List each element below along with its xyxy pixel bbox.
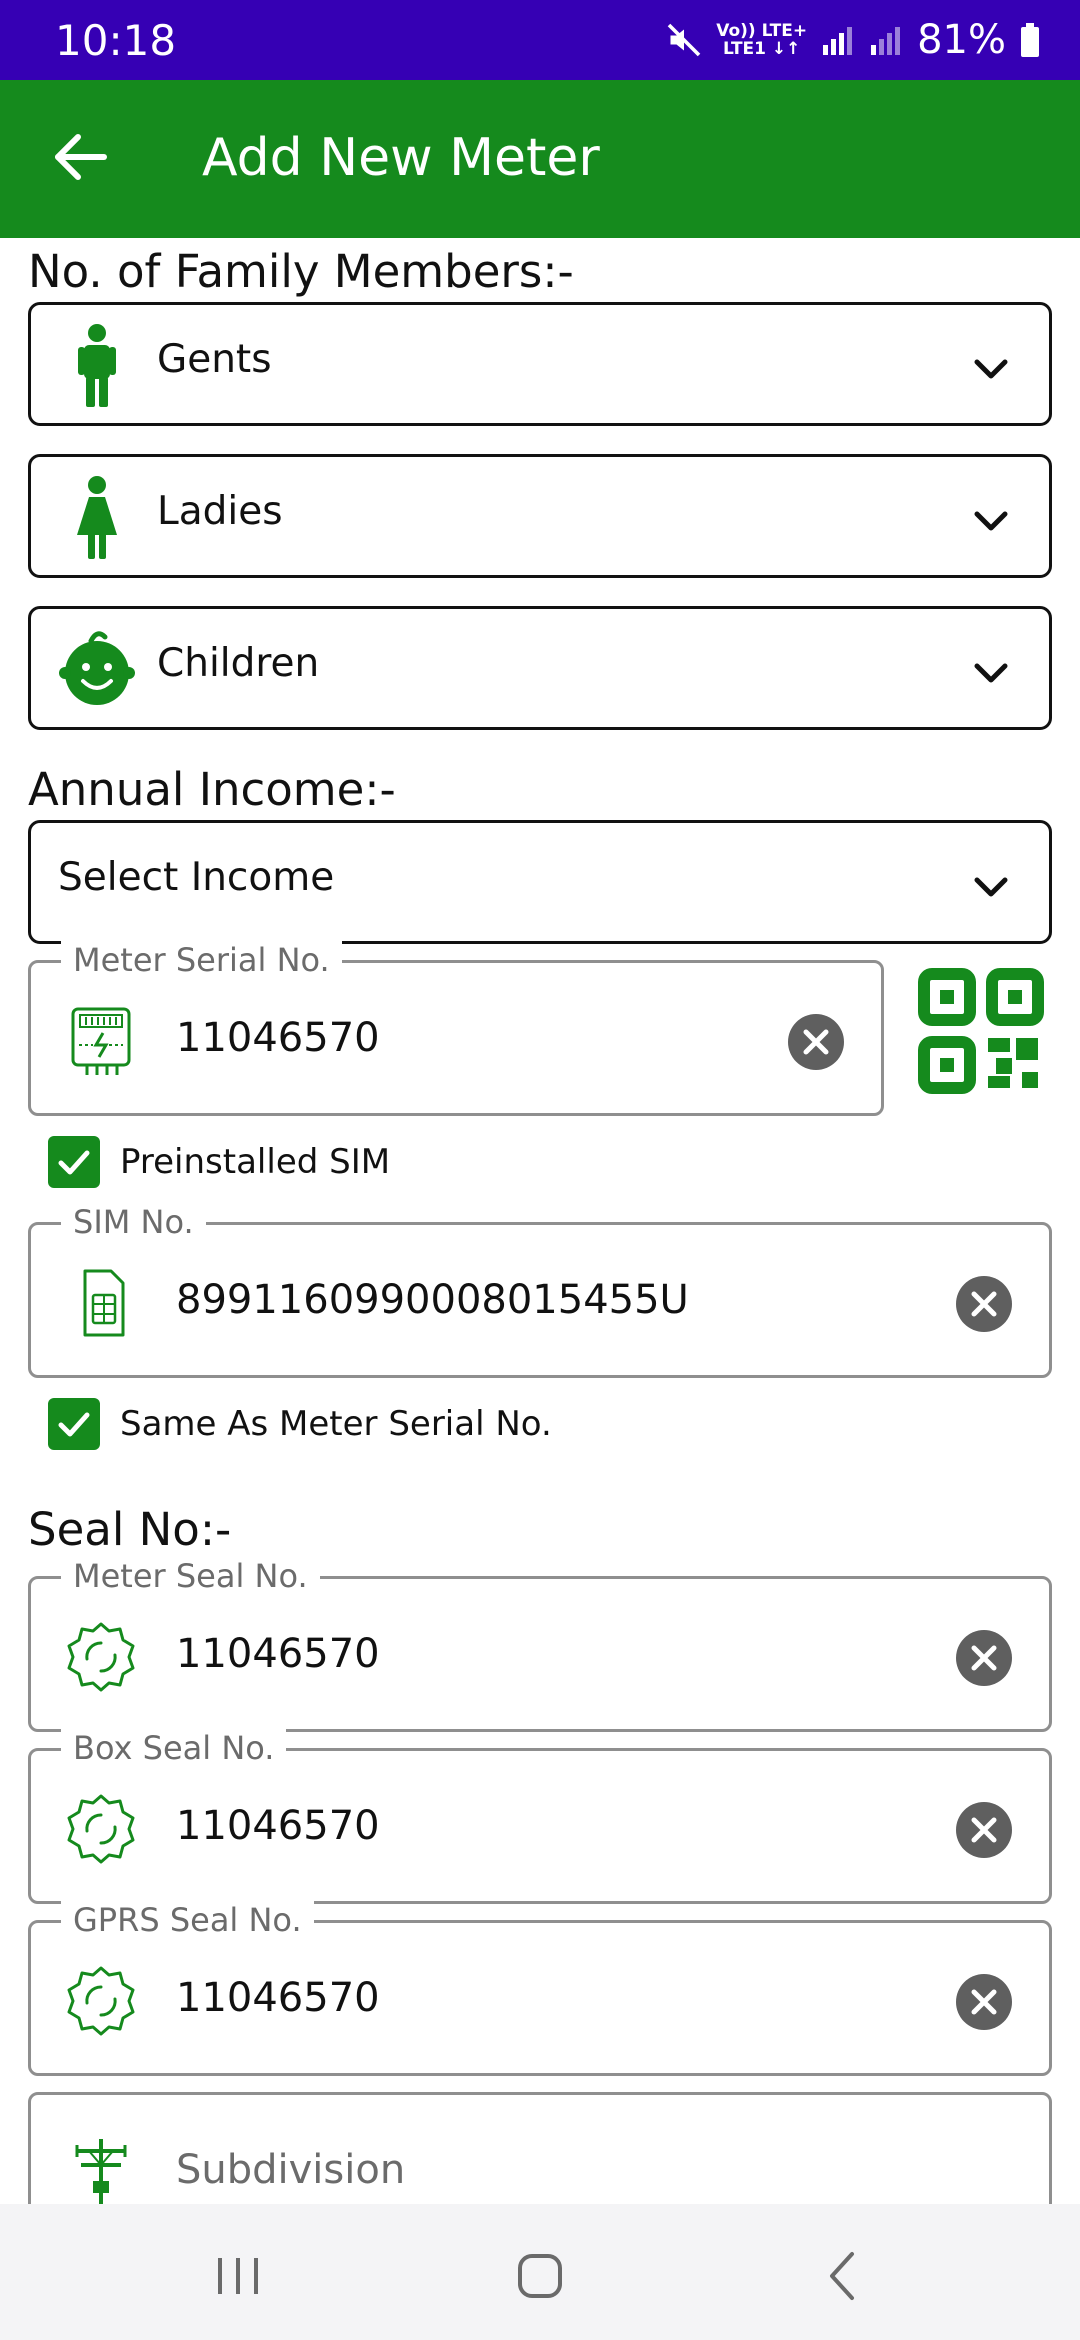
children-label: Children: [157, 641, 320, 686]
qr-scan-icon[interactable]: [918, 968, 1044, 1094]
chevron-down-icon: [974, 359, 1008, 379]
seal-no-label: Seal No:-: [28, 1503, 232, 1556]
battery-icon: [1021, 23, 1039, 57]
clear-icon[interactable]: [787, 1013, 845, 1071]
signal-icon-2: [871, 27, 901, 55]
clear-icon[interactable]: [955, 1275, 1013, 1333]
box-seal-value: 11046570: [176, 1803, 380, 1849]
status-bar: 10:18 Vo)) LTE+ LTE1 ↓↑ 81%: [0, 0, 1080, 80]
gprs-seal-legend: GPRS Seal No.: [61, 1901, 314, 1939]
family-members-label: No. of Family Members:-: [28, 245, 574, 298]
home-icon[interactable]: [510, 2246, 570, 2306]
status-icons: Vo)) LTE+ LTE1 ↓↑ 81%: [666, 14, 1040, 66]
preinstalled-sim-checkbox-row[interactable]: Preinstalled SIM: [48, 1136, 390, 1188]
status-time: 10:18: [55, 16, 177, 65]
meter-seal-legend: Meter Seal No.: [61, 1557, 320, 1595]
seal-icon: [67, 1966, 135, 2036]
check-icon: [58, 1150, 90, 1175]
meter-seal-value: 11046570: [176, 1631, 380, 1677]
subdivision-placeholder: Subdivision: [176, 2147, 406, 2193]
arrow-left-icon[interactable]: [48, 125, 112, 189]
box-seal-legend: Box Seal No.: [61, 1729, 287, 1767]
chevron-down-icon: [974, 877, 1008, 897]
seal-icon: [67, 1794, 135, 1864]
chevron-down-icon: [974, 663, 1008, 683]
clear-icon[interactable]: [955, 1973, 1013, 2031]
sim-number-field[interactable]: SIM No. 8991160990008015455U: [28, 1203, 1052, 1378]
income-dropdown[interactable]: Select Income: [28, 820, 1052, 944]
meter-serial-field[interactable]: Meter Serial No. 11046570: [28, 941, 884, 1116]
meter-seal-field[interactable]: Meter Seal No. 11046570: [28, 1557, 1052, 1732]
meter-serial-legend: Meter Serial No.: [61, 941, 342, 979]
gents-label: Gents: [157, 337, 272, 382]
ladies-dropdown[interactable]: Ladies: [28, 454, 1052, 578]
chevron-down-icon: [974, 511, 1008, 531]
same-as-serial-checkbox-row[interactable]: Same As Meter Serial No.: [48, 1398, 552, 1450]
ladies-label: Ladies: [157, 489, 283, 534]
man-icon: [78, 324, 116, 407]
power-pole-icon: [75, 2139, 127, 2209]
same-as-serial-label: Same As Meter Serial No.: [120, 1404, 552, 1444]
back-nav-icon[interactable]: [812, 2246, 872, 2306]
battery-percent: 81%: [917, 17, 1006, 63]
clear-icon[interactable]: [955, 1629, 1013, 1687]
signal-icon: [823, 27, 853, 55]
sim-number-legend: SIM No.: [61, 1203, 206, 1241]
box-seal-field[interactable]: Box Seal No. 11046570: [28, 1729, 1052, 1904]
annual-income-label: Annual Income:-: [28, 763, 396, 816]
gents-dropdown[interactable]: Gents: [28, 302, 1052, 426]
meter-serial-value: 11046570: [176, 1015, 380, 1061]
electric-meter-icon: [71, 1007, 131, 1075]
app-bar: Add New Meter: [0, 80, 1080, 238]
clear-icon[interactable]: [955, 1801, 1013, 1859]
sim-card-icon: [83, 1269, 125, 1337]
mute-icon: [667, 23, 701, 57]
children-dropdown[interactable]: Children: [28, 606, 1052, 730]
recent-apps-icon[interactable]: [208, 2246, 268, 2306]
gprs-seal-field[interactable]: GPRS Seal No. 11046570: [28, 1901, 1052, 2076]
woman-icon: [77, 476, 117, 559]
system-nav-bar: [0, 2204, 1080, 2340]
sim-number-value: 8991160990008015455U: [176, 1277, 689, 1323]
preinstalled-sim-checkbox[interactable]: [48, 1136, 100, 1188]
check-icon: [58, 1412, 90, 1437]
gprs-seal-value: 11046570: [176, 1975, 380, 2021]
preinstalled-sim-label: Preinstalled SIM: [120, 1142, 391, 1182]
baby-icon: [59, 631, 135, 705]
income-value: Select Income: [58, 855, 335, 900]
same-as-serial-checkbox[interactable]: [48, 1398, 100, 1450]
page-title: Add New Meter: [202, 128, 600, 188]
network-indicator: Vo)) LTE+ LTE1 ↓↑: [716, 21, 808, 59]
seal-icon: [67, 1622, 135, 1692]
